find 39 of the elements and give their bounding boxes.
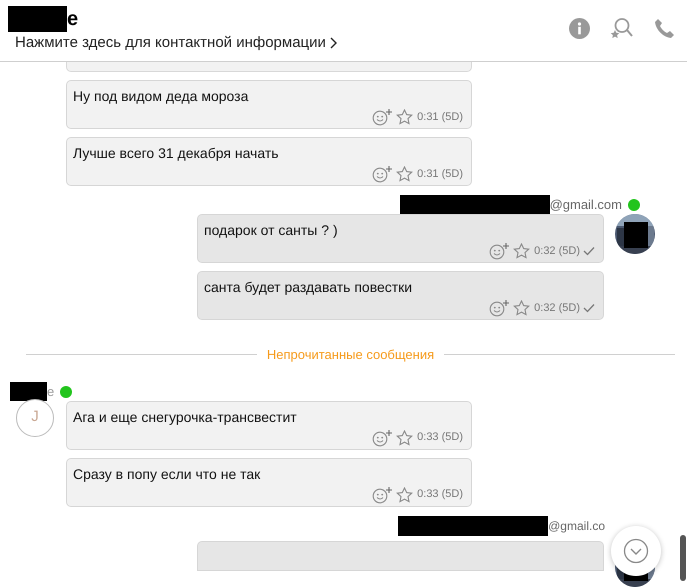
star-icon[interactable] — [513, 243, 530, 259]
message-text: Сразу в попу если что не так — [72, 464, 262, 482]
message-time: 0:33 (5D) — [417, 430, 463, 446]
message-text: Ну под видом деда мороза — [72, 87, 250, 105]
message-time: 0:33 (5D) — [417, 487, 463, 502]
contact-name: e — [67, 7, 78, 32]
scrollbar-thumb[interactable] — [680, 535, 686, 581]
add-reaction-icon[interactable] — [372, 486, 394, 504]
sender-name: @gmail.com — [550, 196, 622, 214]
add-reaction-icon[interactable] — [372, 428, 394, 446]
sender-name: e — [47, 382, 54, 401]
message-time: 0:32 (5D) — [534, 300, 580, 316]
avatar-initial: J — [16, 398, 54, 436]
message-time: 0:32 (5D) — [534, 244, 580, 259]
search-star-icon[interactable] — [610, 17, 634, 39]
contact-info-link[interactable]: Нажмите здесь для контактной информации — [15, 34, 337, 52]
add-reaction-icon[interactable] — [372, 108, 394, 126]
scroll-down-button[interactable] — [611, 526, 661, 576]
star-icon[interactable] — [396, 430, 414, 446]
add-reaction-icon[interactable] — [489, 299, 510, 317]
phone-icon[interactable] — [654, 18, 675, 38]
add-reaction-icon[interactable] — [372, 165, 394, 183]
message-time: 0:31 (5D) — [417, 166, 463, 182]
star-icon[interactable] — [396, 486, 414, 502]
message-text: Ага и еще снегурочка-трансвестит — [72, 408, 298, 426]
star-icon[interactable] — [396, 166, 414, 182]
chevron-down-icon — [623, 538, 649, 564]
info-icon[interactable] — [569, 18, 590, 38]
message-text: Лучше всего 31 декабря начать — [72, 144, 280, 162]
star-icon[interactable] — [513, 300, 530, 316]
message-time: 0:31 (5D) — [417, 110, 463, 125]
unread-divider-label: Непрочитанные сообщения — [266, 346, 434, 364]
redaction-bar — [8, 6, 67, 32]
add-reaction-icon[interactable] — [489, 242, 510, 260]
redaction-bar — [10, 382, 47, 401]
chevron-right-icon — [330, 37, 337, 49]
star-icon[interactable] — [396, 109, 414, 125]
message-text: подарок от санты ? ) — [203, 221, 339, 239]
message-text: санта будет раздавать повестки — [203, 278, 414, 296]
